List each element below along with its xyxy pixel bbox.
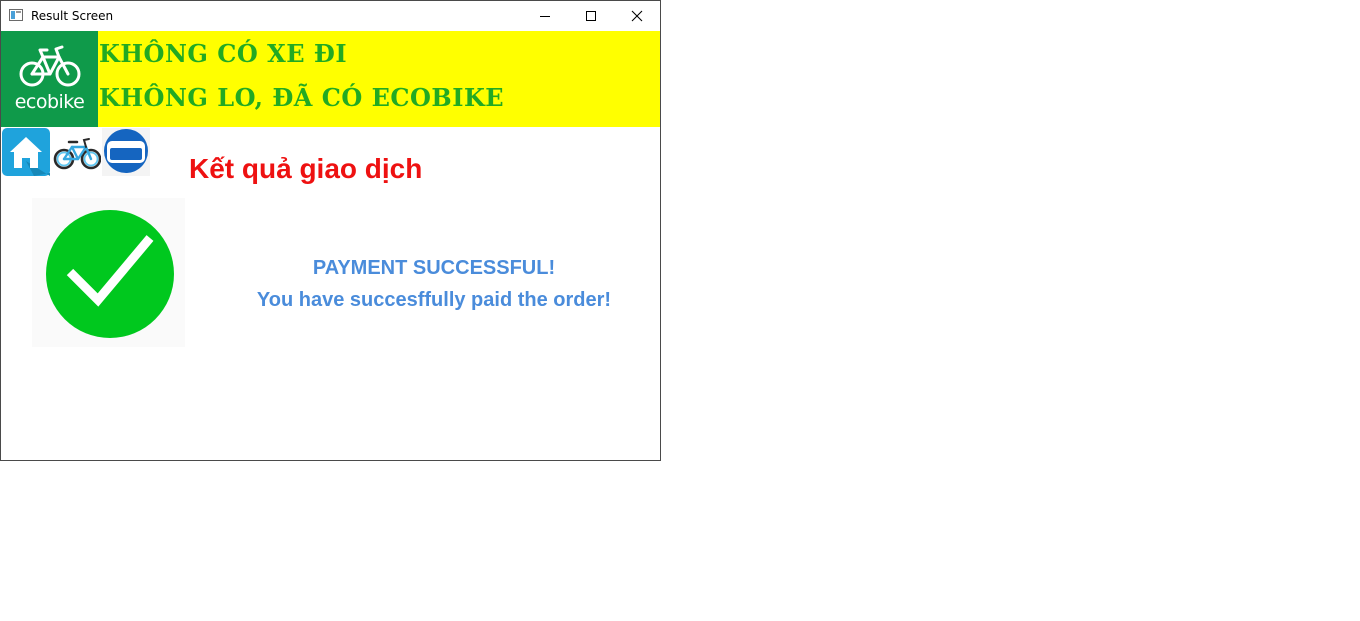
bike-button[interactable] (53, 128, 102, 176)
slogan-line-2: KHÔNG LO, ĐÃ CÓ ECOBIKE (99, 83, 505, 112)
app-icon (9, 9, 23, 21)
slogan-line-1: KHÔNG CÓ XE ĐI (99, 39, 348, 68)
success-image (32, 198, 185, 347)
check-circle-icon (46, 210, 174, 338)
home-icon (2, 128, 50, 176)
result-title: PAYMENT SUCCESSFUL! (312, 257, 556, 279)
bicycle-logo-icon (19, 45, 81, 87)
close-icon (631, 10, 643, 22)
minimize-button[interactable] (522, 1, 568, 31)
result-window: Result Screen ecobike KHÔNG CÓ XE ĐI KHÔ… (0, 0, 661, 461)
ecobike-logo: ecobike (1, 31, 98, 127)
close-button[interactable] (614, 1, 660, 31)
maximize-icon (586, 11, 596, 21)
maximize-button[interactable] (568, 1, 614, 31)
result-message: You have succesffully paid the order! (256, 289, 612, 311)
logo-text: ecobike (14, 91, 85, 113)
minimize-icon (540, 16, 550, 17)
window-title: Result Screen (31, 9, 114, 23)
card-icon (102, 128, 150, 176)
card-button[interactable] (102, 128, 150, 176)
header-banner: ecobike KHÔNG CÓ XE ĐI KHÔNG LO, ĐÃ CÓ E… (1, 31, 660, 127)
home-button[interactable] (2, 128, 50, 176)
title-bar[interactable]: Result Screen (1, 1, 660, 31)
page-title: Kết quả giao dịch (189, 153, 423, 184)
bike-icon (53, 138, 102, 170)
